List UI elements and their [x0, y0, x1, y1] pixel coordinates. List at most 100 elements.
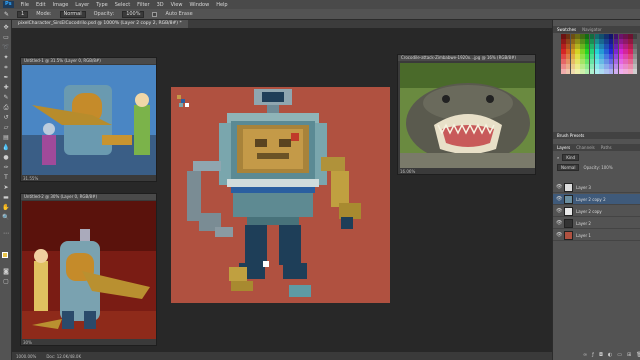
menu-file[interactable]: File [21, 2, 29, 8]
menu-window[interactable]: Window [189, 2, 209, 8]
eye-icon[interactable]: 👁 [556, 220, 562, 226]
tab-brush-presets[interactable]: Brush Presets [557, 133, 584, 138]
brush-presets-header: Brush Presets [553, 132, 640, 139]
crop-tool-icon[interactable]: ⌗ [2, 64, 10, 72]
menu-edit[interactable]: Edit [36, 2, 46, 8]
layer-name: Layer 1 [576, 232, 591, 238]
tab-paths[interactable]: Paths [601, 145, 612, 150]
menu-filter[interactable]: Filter [137, 2, 149, 8]
trash-icon[interactable]: 🗑 [636, 352, 640, 358]
menu-view[interactable]: View [171, 2, 183, 8]
menu-image[interactable]: Image [53, 2, 69, 8]
tool-preset-icon[interactable]: ✎ [4, 11, 9, 18]
tools-panel: ✥ ▭ ➰ ✦ ⌗ ✒ ✚ ✎ ⎙ ↺ ▱ ▤ 💧 ● ✑ T ➤ ▬ ✋ 🔍 … [0, 20, 12, 360]
zoom-tool-icon[interactable]: 🔍 [2, 214, 10, 222]
kind-filter-select[interactable]: Kind [562, 154, 580, 161]
lasso-tool-icon[interactable]: ➰ [2, 44, 10, 52]
color-swatch[interactable] [632, 34, 638, 39]
blend-row: Normal Opacity: 100% [557, 164, 613, 171]
fx-icon[interactable]: ƒ [592, 352, 594, 358]
color-swatch[interactable] [632, 39, 638, 44]
brush-size-picker[interactable]: 1 [17, 10, 29, 18]
eye-icon[interactable]: 👁 [556, 208, 562, 214]
layer-row[interactable]: 👁 Layer 2 [553, 218, 640, 229]
color-swatch[interactable] [632, 44, 638, 49]
link-layers-icon[interactable]: ∞ [583, 352, 587, 358]
menu-bar: Ps File Edit Image Layer Type Select Fil… [0, 0, 640, 9]
gradient-tool-icon[interactable]: ▤ [2, 134, 10, 142]
opacity-label: Opacity: [93, 11, 115, 17]
document-title: Crocodile-attack-Zimbabwe-1920x…jpg @ 16… [398, 55, 535, 61]
new-layer-icon[interactable]: ⊞ [627, 352, 631, 358]
layer-opacity[interactable]: Opacity: 100% [583, 165, 612, 170]
right-panel-dock: Swatches Navigator Brush Presets Layers … [552, 20, 640, 360]
layer-row-selected[interactable]: 👁 Layer 2 copy 2 [553, 194, 640, 205]
layer-name: Layer 2 copy 2 [576, 196, 606, 202]
mode-select[interactable]: Normal [59, 10, 86, 18]
tab-channels[interactable]: Channels [576, 145, 595, 150]
color-swatch[interactable] [632, 59, 638, 64]
document-window-reference-3[interactable]: Crocodile-attack-Zimbabwe-1920x…jpg @ 16… [397, 54, 536, 175]
adjustment-icon[interactable]: ◐ [608, 352, 612, 358]
dodge-tool-icon[interactable]: ● [2, 154, 10, 162]
eyedropper-tool-icon[interactable]: ✒ [2, 74, 10, 82]
group-icon[interactable]: ▭ [617, 352, 622, 358]
foreground-color-swatch[interactable] [2, 252, 8, 258]
menu-select[interactable]: Select [115, 2, 130, 8]
layer-thumbnail [564, 206, 573, 216]
blur-tool-icon[interactable]: 💧 [2, 144, 10, 152]
tab-navigator[interactable]: Navigator [582, 27, 602, 32]
history-brush-tool-icon[interactable]: ↺ [2, 114, 10, 122]
layer-row[interactable]: 👁 Layer 3 [553, 182, 640, 193]
pixel-art-canvas[interactable] [171, 87, 390, 303]
brush-tool-icon[interactable]: ✎ [2, 94, 10, 102]
marquee-tool-icon[interactable]: ▭ [2, 34, 10, 42]
tab-layers[interactable]: Layers [557, 145, 570, 150]
auto-erase-checkbox[interactable] [152, 11, 158, 17]
document-window-reference-2[interactable]: Untitled-2 @ 30% (Layer 0, RGB/8#) 30% [20, 193, 157, 346]
eye-icon[interactable]: 👁 [556, 232, 562, 238]
screen-mode-icon[interactable]: ▢ [2, 278, 10, 286]
shape-tool-icon[interactable]: ▬ [2, 194, 10, 202]
opacity-input[interactable]: 100% [122, 10, 145, 18]
pen-tool-icon[interactable]: ✑ [2, 164, 10, 172]
reference-image-2 [22, 201, 156, 339]
menu-3d[interactable]: 3D [157, 2, 164, 8]
color-swatch[interactable] [632, 69, 638, 74]
eye-icon[interactable]: 👁 [556, 184, 562, 190]
hand-tool-icon[interactable]: ✋ [2, 204, 10, 212]
type-tool-icon[interactable]: T [2, 174, 10, 182]
document-window-reference-1[interactable]: Untitled-1 @ 31.5% (Layer 0, RGB/8#) 31.… [20, 57, 157, 182]
move-tool-icon[interactable]: ✥ [2, 24, 10, 32]
clone-stamp-tool-icon[interactable]: ⎙ [2, 104, 10, 112]
more-tools-icon[interactable]: ⋯ [2, 230, 10, 238]
quick-select-tool-icon[interactable]: ✦ [2, 54, 10, 62]
document-size: Doc: 12.0K/48.0K [46, 353, 82, 359]
menu-type[interactable]: Type [96, 2, 107, 8]
mask-icon[interactable]: ◘ [599, 352, 603, 358]
menu-layer[interactable]: Layer [75, 2, 89, 8]
swatch-grid[interactable] [561, 34, 639, 74]
layer-actions: ∞ ƒ ◘ ◐ ▭ ⊞ 🗑 [583, 352, 640, 358]
color-swatch[interactable] [632, 64, 638, 69]
layer-row[interactable]: 👁 Layer 1 [553, 230, 640, 241]
layer-thumbnail [564, 230, 573, 240]
zoom-level[interactable]: 1000.00% [16, 354, 36, 359]
eraser-tool-icon[interactable]: ▱ [2, 124, 10, 132]
quick-mask-icon[interactable]: ◙ [2, 268, 10, 276]
color-swatch[interactable] [632, 54, 638, 59]
color-swatch[interactable] [632, 49, 638, 54]
menu-help[interactable]: Help [216, 2, 227, 8]
eye-icon[interactable]: 👁 [556, 196, 562, 202]
tab-swatches[interactable]: Swatches [557, 27, 576, 32]
layer-name: Layer 2 [576, 220, 591, 226]
document-zoom: 31.55% [23, 176, 39, 181]
layer-row[interactable]: 👁 Layer 2 copy [553, 206, 640, 217]
blend-mode-select[interactable]: Normal [557, 164, 580, 171]
tab-active-document[interactable]: pixelCharacter_SirsElCocodrilo.psd @ 100… [12, 20, 188, 28]
layer-thumbnail [564, 194, 573, 204]
document-zoom: 30% [23, 340, 32, 345]
healing-brush-tool-icon[interactable]: ✚ [2, 84, 10, 92]
path-select-tool-icon[interactable]: ➤ [2, 184, 10, 192]
layer-name: Layer 2 copy [576, 208, 602, 214]
